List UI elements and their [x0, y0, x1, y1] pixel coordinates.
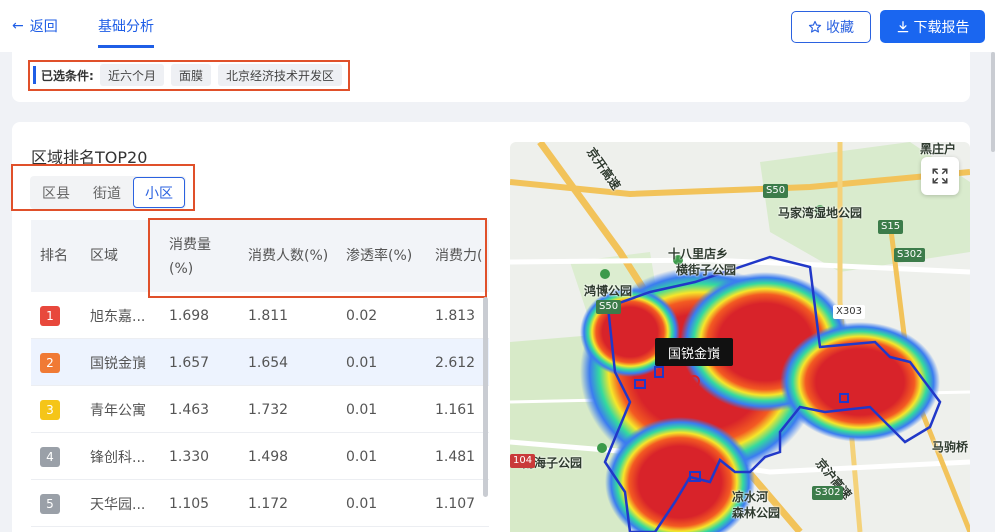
map-label: 马驹桥 — [932, 440, 969, 454]
rank-badge: 5 — [40, 493, 60, 514]
map-tooltip: 国锐金嵿 — [655, 338, 733, 366]
cell-power: 1.481 — [435, 448, 476, 465]
cell-consumers: 1.498 — [248, 448, 289, 465]
road-tag: 104 — [510, 454, 536, 468]
favorite-button[interactable]: 收藏 — [791, 11, 871, 43]
tab-active-indicator — [98, 45, 154, 48]
header-highlight-box — [148, 218, 487, 298]
table-row[interactable]: 4 锋创科... 1.330 1.498 0.01 1.481 — [31, 433, 489, 480]
star-icon — [808, 20, 822, 33]
download-report-button[interactable]: 下载报告 — [880, 10, 985, 43]
page-scrollbar[interactable] — [991, 52, 995, 152]
road-tag: X303 — [833, 305, 865, 319]
table-scrollbar[interactable] — [483, 297, 488, 497]
cell-penetration: 0.01 — [346, 354, 378, 371]
map-label: 十八里店乡 — [668, 247, 729, 261]
cell-consumers: 1.654 — [248, 354, 289, 371]
expand-icon — [932, 168, 948, 184]
cell-region: 锋创科... — [90, 449, 146, 466]
arrow-left-icon: ← — [12, 18, 24, 34]
tab-basic-analysis[interactable]: 基础分析 — [98, 16, 154, 36]
map-label: 横街子公园 — [676, 263, 737, 277]
table-row[interactable]: 1 旭东嘉... 1.698 1.811 0.02 1.813 — [31, 292, 489, 339]
segment-highlight-box — [11, 164, 195, 211]
road-tag: S302 — [812, 486, 844, 500]
back-button[interactable]: ← 返回 — [12, 16, 58, 36]
download-label: 下载报告 — [913, 19, 970, 36]
rank-badge: 1 — [40, 305, 60, 326]
road-tag: S50 — [596, 300, 622, 314]
cell-consumers: 1.172 — [248, 495, 289, 512]
cell-consumption: 1.330 — [169, 448, 210, 465]
fullscreen-button[interactable] — [921, 157, 959, 195]
cell-region: 青年公寓 — [90, 402, 146, 419]
cell-power: 2.612 — [435, 354, 476, 371]
map-label: 马家湾湿地公园 — [778, 206, 863, 220]
road-tag: S15 — [878, 220, 904, 234]
download-icon — [897, 20, 908, 32]
heat-map[interactable]: 马家湾湿地公园 十八里店乡 横街子公园 鸿博公园 南海子公园 马驹桥 凉水河 森… — [510, 142, 970, 532]
map-label: 黑庄户 — [920, 142, 957, 156]
cell-penetration: 0.02 — [346, 307, 378, 324]
rank-badge: 2 — [40, 352, 60, 373]
cell-penetration: 0.01 — [346, 448, 378, 465]
cell-region: 国锐金嵿 — [90, 355, 146, 372]
map-canvas — [510, 142, 970, 532]
cell-region: 旭东嘉... — [90, 308, 146, 325]
map-label: 鸿博公园 — [584, 284, 633, 298]
road-tag: S302 — [894, 248, 926, 262]
map-label: 凉水河 — [732, 490, 769, 504]
road-tag: S50 — [763, 184, 789, 198]
cell-penetration: 0.01 — [346, 495, 378, 512]
rank-badge: 3 — [40, 399, 60, 420]
cell-consumption: 1.698 — [169, 307, 210, 324]
table-row[interactable]: 2 国锐金嵿 1.657 1.654 0.01 2.612 — [31, 339, 489, 386]
cell-power: 1.813 — [435, 307, 476, 324]
cell-consumption: 1.657 — [169, 354, 210, 371]
cell-consumers: 1.811 — [248, 307, 289, 324]
cell-consumers: 1.732 — [248, 401, 289, 418]
cell-power: 1.107 — [435, 495, 476, 512]
rank-badge: 4 — [40, 446, 60, 467]
header-region: 区域 — [90, 248, 118, 264]
table-row[interactable]: 3 青年公寓 1.463 1.732 0.01 1.161 — [31, 386, 489, 433]
favorite-label: 收藏 — [826, 20, 854, 36]
map-label: 森林公园 — [732, 506, 781, 520]
cell-power: 1.161 — [435, 401, 476, 418]
cell-consumption: 1.463 — [169, 401, 210, 418]
filter-highlight-box — [28, 60, 350, 91]
table-row[interactable]: 5 天华园... 1.105 1.172 0.01 1.107 — [31, 480, 489, 527]
cell-penetration: 0.01 — [346, 401, 378, 418]
cell-region: 天华园... — [90, 496, 146, 513]
back-label: 返回 — [29, 19, 58, 35]
cell-consumption: 1.105 — [169, 495, 210, 512]
header-rank: 排名 — [40, 248, 68, 264]
